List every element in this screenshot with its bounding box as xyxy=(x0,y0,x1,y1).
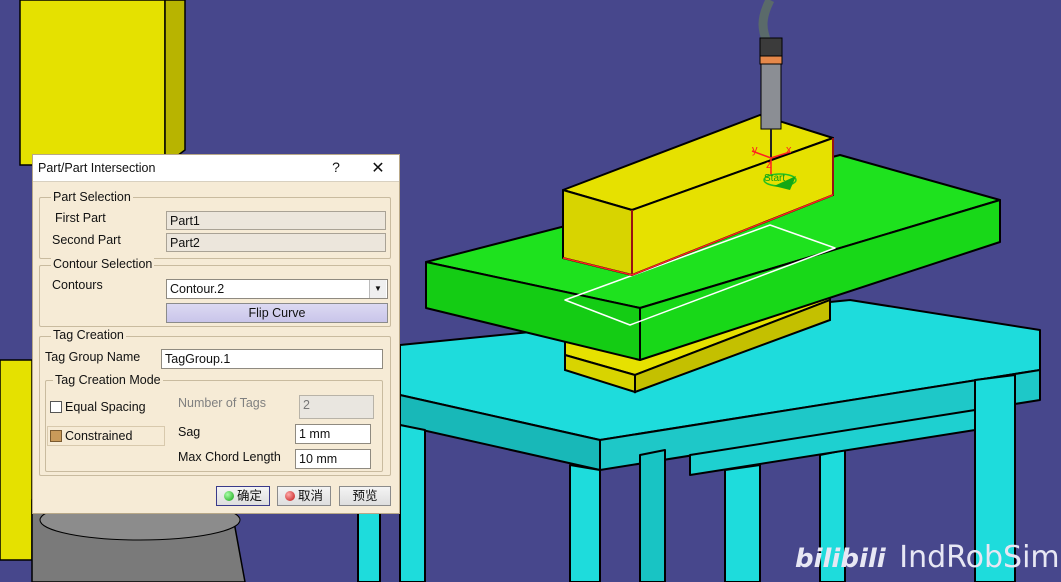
compass-z-label: z xyxy=(766,159,772,171)
ok-button[interactable]: 确定 xyxy=(216,486,270,506)
sag-input[interactable]: 1 mm xyxy=(295,424,371,444)
start-label: Start xyxy=(764,173,785,184)
dialog-title: Part/Part Intersection xyxy=(38,161,156,175)
second-part-field[interactable]: Part2 xyxy=(166,233,386,252)
constrained-label: Constrained xyxy=(65,429,133,443)
contours-select[interactable]: Contour.2 ▼ xyxy=(166,279,388,299)
contours-select-value: Contour.2 xyxy=(170,282,225,296)
dialog-titlebar[interactable]: Part/Part Intersection ? ✕ xyxy=(33,155,399,182)
part-selection-legend: Part Selection xyxy=(51,190,133,204)
tag-group-name-input[interactable]: TagGroup.1 xyxy=(161,349,383,369)
first-part-label: First Part xyxy=(55,211,106,225)
tag-creation-mode-legend: Tag Creation Mode xyxy=(53,373,163,387)
sag-label: Sag xyxy=(178,425,201,439)
ok-icon xyxy=(223,491,234,501)
number-of-tags-input[interactable]: 2 xyxy=(299,395,374,419)
max-chord-length-label: Max Chord Length xyxy=(178,450,281,464)
contour-selection-legend: Contour Selection xyxy=(51,257,155,271)
tag-creation-legend: Tag Creation xyxy=(51,328,126,342)
part-intersection-dialog: Part/Part Intersection ? ✕ Part Selectio… xyxy=(32,154,400,514)
watermark-text: IndRobSim xyxy=(899,540,1060,575)
cancel-button-label: 取消 xyxy=(297,489,323,503)
tag-group-name-label: Tag Group Name xyxy=(45,350,141,364)
constrained-checkbox[interactable] xyxy=(50,430,62,442)
cancel-button[interactable]: 取消 xyxy=(277,486,331,506)
close-icon[interactable]: ✕ xyxy=(370,158,386,178)
equal-spacing-label: Equal Spacing xyxy=(65,400,146,414)
cancel-icon xyxy=(284,491,295,501)
first-part-field[interactable]: Part1 xyxy=(166,211,386,230)
equal-spacing-checkbox[interactable] xyxy=(50,401,62,413)
contours-label: Contours xyxy=(52,278,103,292)
number-of-tags-label: Number of Tags xyxy=(178,396,267,410)
compass-x-label: x xyxy=(786,144,792,156)
bilibili-logo: bilibili xyxy=(795,544,886,574)
chevron-down-icon[interactable]: ▼ xyxy=(369,280,386,298)
watermark: bilibili IndRobSim xyxy=(795,540,1060,575)
compass-y-label: y xyxy=(752,144,758,156)
max-chord-length-input[interactable]: 10 mm xyxy=(295,449,371,469)
flip-curve-button[interactable]: Flip Curve xyxy=(166,303,388,323)
second-part-label: Second Part xyxy=(52,233,121,247)
preview-button[interactable]: 预览 xyxy=(339,486,391,506)
ok-button-label: 确定 xyxy=(236,489,262,503)
help-icon[interactable]: ? xyxy=(329,159,343,175)
